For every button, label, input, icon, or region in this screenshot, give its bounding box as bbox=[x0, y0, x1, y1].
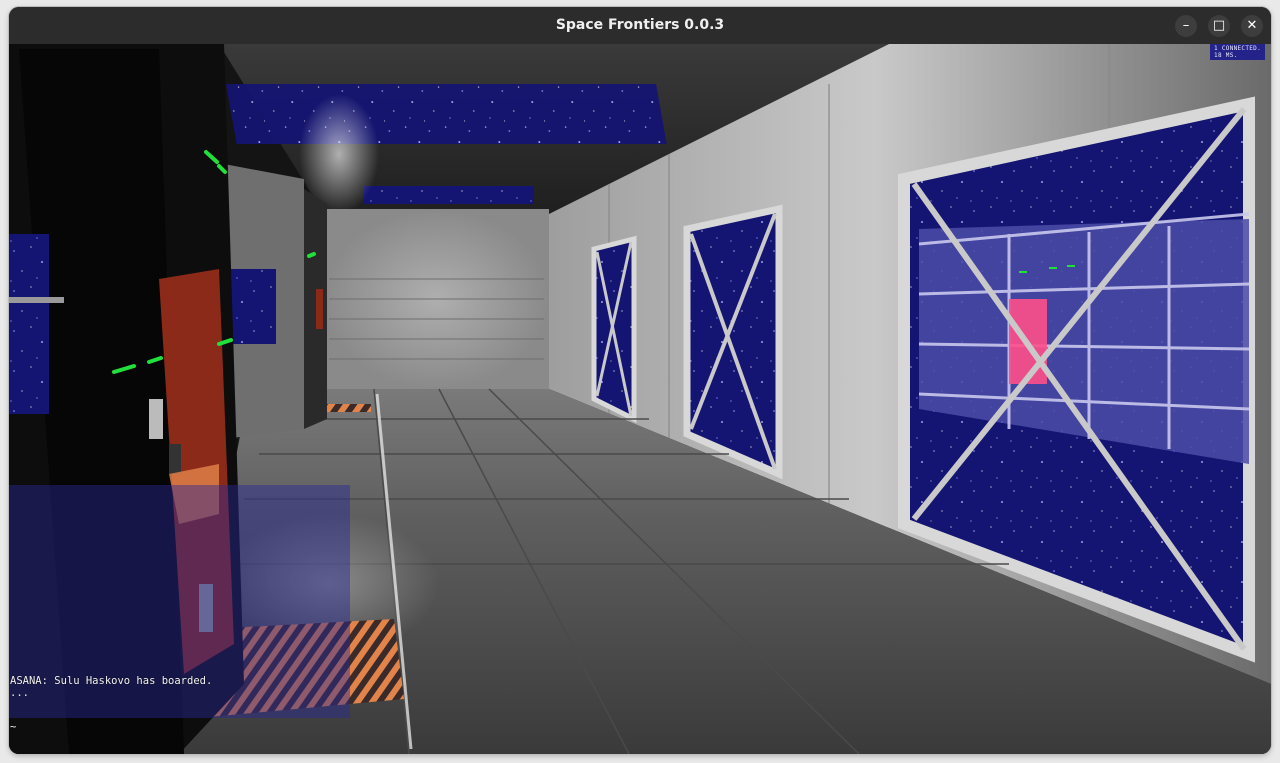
chat-message: ... bbox=[10, 687, 29, 699]
network-status-readout: 1 CONNECTED. 18 MS. bbox=[1210, 44, 1265, 60]
game-viewport[interactable]: 1 CONNECTED. 18 MS. ASANA: Sulu Haskovo … bbox=[9, 44, 1271, 754]
chat-input[interactable]: ~ bbox=[10, 721, 190, 737]
minimize-button[interactable]: – bbox=[1175, 15, 1197, 37]
maximize-button[interactable]: □ bbox=[1208, 15, 1230, 37]
chat-log: ASANA: Sulu Haskovo has boarded. ... bbox=[10, 675, 212, 699]
ping-readout: 18 MS. bbox=[1214, 52, 1238, 59]
connection-count: 1 CONNECTED. bbox=[1214, 45, 1261, 52]
window-title: Space Frontiers 0.0.3 bbox=[555, 17, 725, 33]
title-bar[interactable]: Space Frontiers 0.0.3 – □ ✕ bbox=[9, 7, 1271, 44]
game-window: Space Frontiers 0.0.3 – □ ✕ 1 CONNECTED.… bbox=[9, 7, 1271, 754]
close-button[interactable]: ✕ bbox=[1241, 15, 1263, 37]
chat-message: ASANA: Sulu Haskovo has boarded. bbox=[10, 675, 213, 687]
